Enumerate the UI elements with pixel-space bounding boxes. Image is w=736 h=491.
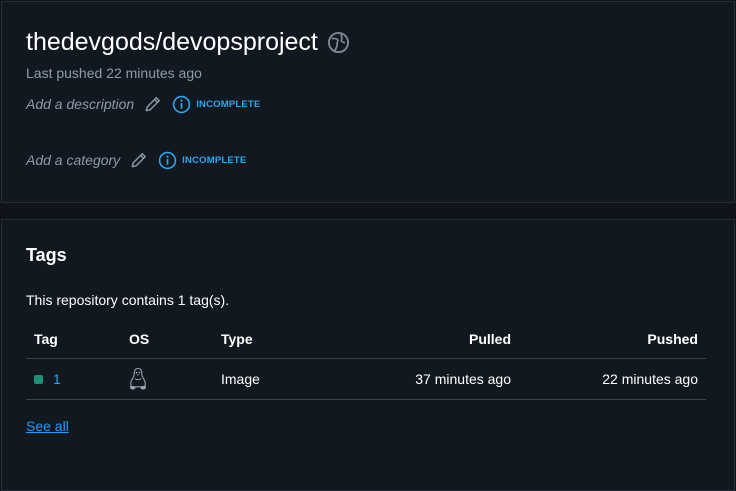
description-incomplete-badge: INCOMPLETE xyxy=(196,98,261,110)
column-header-type: Type xyxy=(209,319,321,359)
tag-link[interactable]: 1 xyxy=(53,371,61,387)
last-pushed-text: Last pushed 22 minutes ago xyxy=(26,65,202,81)
tags-table: Tag OS Type Pulled Pushed 1 Image 37 min… xyxy=(26,319,706,400)
tags-count-text: This repository contains 1 tag(s). xyxy=(26,292,230,308)
pulled-cell: 37 minutes ago xyxy=(321,358,511,400)
repository-header-card: thedevgods/devopsproject Last pushed 22 … xyxy=(1,1,735,203)
add-description-link[interactable]: Add a description xyxy=(26,96,134,112)
edit-category-pencil-icon[interactable] xyxy=(129,150,149,170)
globe-icon xyxy=(327,31,350,54)
table-row: 1 Image 37 minutes ago 22 minutes ago xyxy=(26,358,706,400)
column-header-tag: Tag xyxy=(26,319,124,359)
os-cell xyxy=(124,358,209,400)
repository-title-row: thedevgods/devopsproject xyxy=(26,28,350,57)
tag-status-dot xyxy=(34,374,43,384)
description-status: INCOMPLETE xyxy=(172,95,260,114)
type-cell: Image xyxy=(209,358,321,400)
linux-icon xyxy=(127,367,149,391)
info-icon xyxy=(158,151,177,170)
column-header-os: OS xyxy=(124,319,209,359)
category-status: INCOMPLETE xyxy=(158,151,246,170)
info-icon xyxy=(172,95,191,114)
pushed-cell: 22 minutes ago xyxy=(511,358,706,400)
edit-description-pencil-icon[interactable] xyxy=(143,94,163,114)
table-header-row: Tag OS Type Pulled Pushed xyxy=(26,319,706,359)
tag-cell: 1 xyxy=(26,358,124,400)
repository-name: thedevgods/devopsproject xyxy=(26,28,318,56)
description-row: Add a description INCOMPLETE xyxy=(26,94,260,114)
category-row: Add a category INCOMPLETE xyxy=(26,150,246,170)
tags-heading: Tags xyxy=(26,245,67,265)
column-header-pushed: Pushed xyxy=(511,319,706,359)
tags-card: Tags This repository contains 1 tag(s). … xyxy=(1,219,735,491)
column-header-pulled: Pulled xyxy=(321,319,511,359)
category-incomplete-badge: INCOMPLETE xyxy=(182,154,247,166)
add-category-link[interactable]: Add a category xyxy=(26,152,120,168)
see-all-link[interactable]: See all xyxy=(26,418,69,434)
